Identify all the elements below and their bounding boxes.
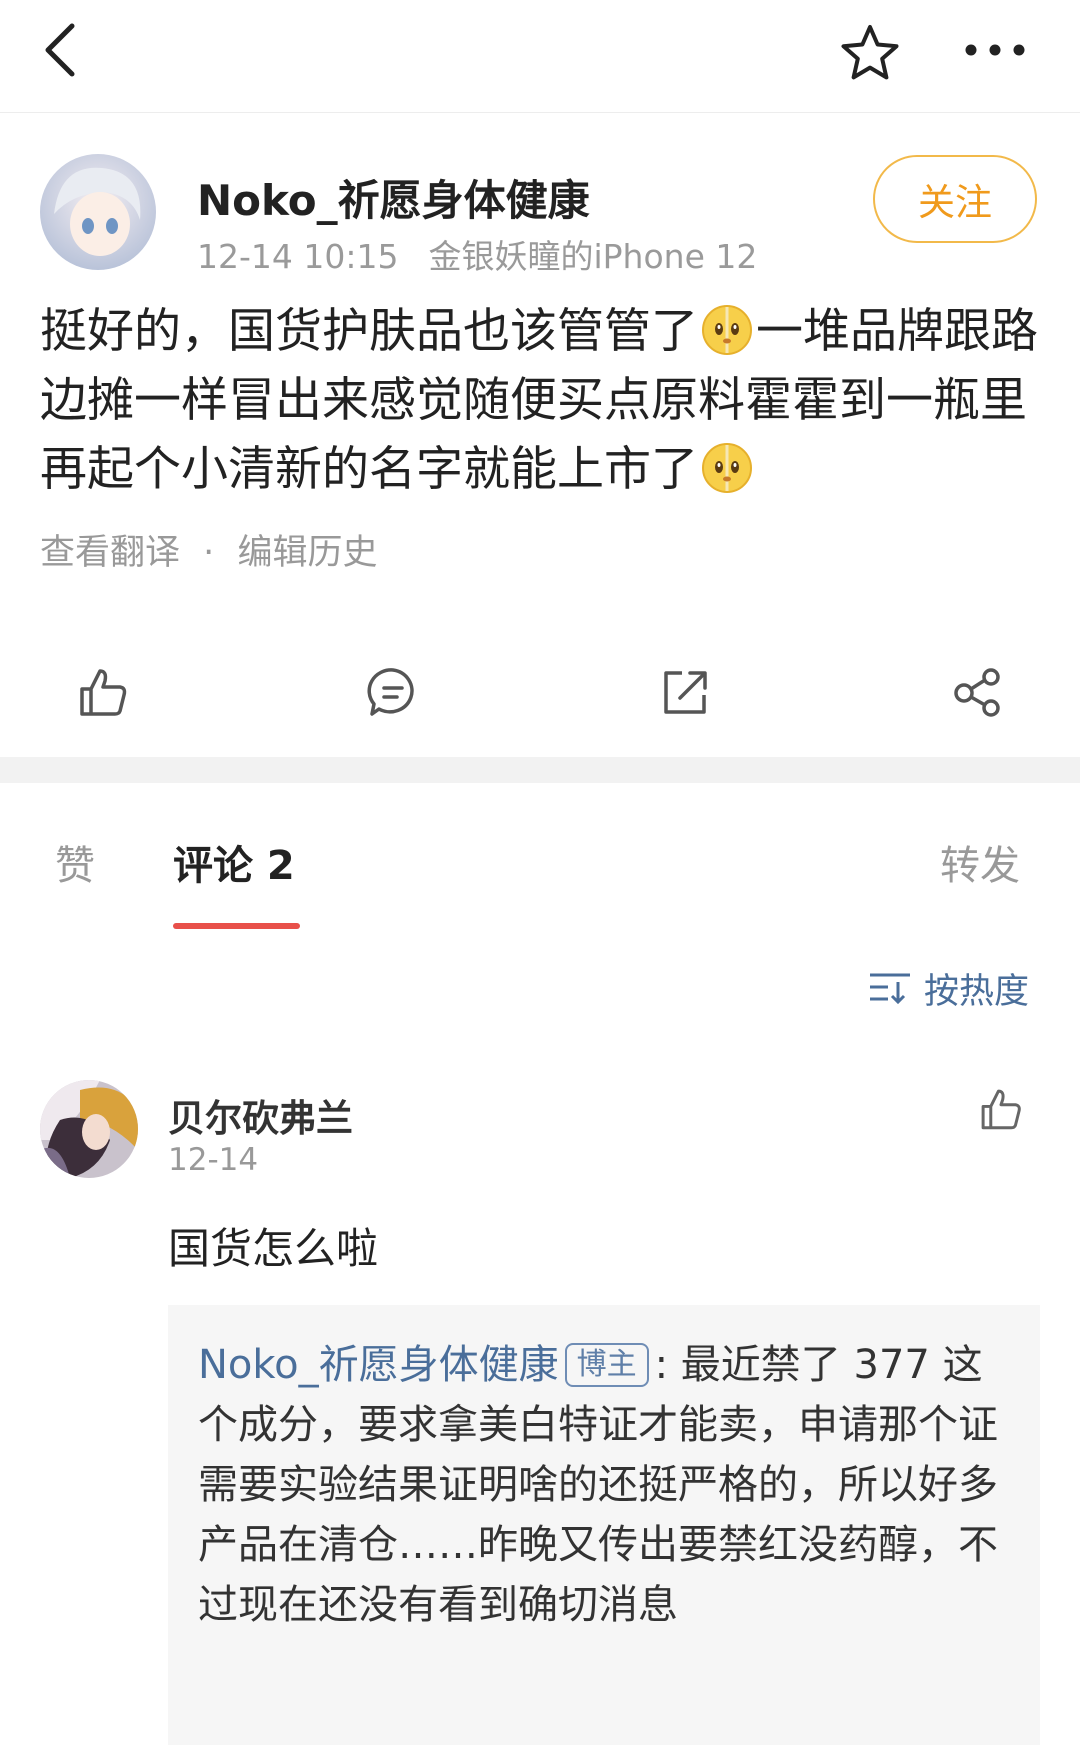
comment-text: 国货怎么啦	[168, 1224, 379, 1273]
star-outline-icon	[841, 25, 899, 80]
share-icon	[954, 668, 1000, 717]
chevron-left-icon	[45, 23, 75, 77]
top-bar	[0, 0, 1080, 113]
reply-author-name[interactable]: Noko_祈愿身体健康	[198, 1342, 559, 1388]
post-meta: 12-14 10:15 金银妖瞳的iPhone 12	[197, 230, 757, 278]
comment-like-button[interactable]	[978, 1086, 1032, 1140]
halo-face-emoji	[702, 305, 752, 355]
author-name[interactable]: Noko_祈愿身体健康	[197, 167, 590, 228]
author-badge: 博主	[564, 1343, 649, 1387]
like-button[interactable]	[63, 652, 143, 732]
post-card: Noko_祈愿身体健康 12-14 10:15 金银妖瞳的iPhone 12 关注…	[0, 112, 1080, 757]
comment-date: 12-14	[168, 1142, 259, 1178]
reply-content: Noko_祈愿身体健康 博主: 最近禁了 377 这个成分，要求拿美白特证才能卖，…	[198, 1335, 1012, 1635]
sort-icon	[870, 973, 910, 1005]
favorite-button[interactable]	[835, 18, 905, 88]
post-text-part-1: 挺好的，国货护肤品也该管管了	[40, 304, 698, 359]
comment-button[interactable]	[353, 652, 433, 732]
commenter-avatar[interactable]	[40, 1080, 138, 1178]
post-text: 挺好的，国货护肤品也该管管了 一堆品牌跟路边摊一样冒出来感觉随便买点原料霍霍到一…	[40, 297, 1050, 504]
translate-link[interactable]: 查看翻译	[40, 533, 180, 573]
section-divider	[0, 757, 1080, 783]
reply-preview[interactable]: Noko_祈愿身体健康 博主: 最近禁了 377 这个成分，要求拿美白特证才能卖，…	[168, 1305, 1040, 1745]
repost-button[interactable]	[645, 652, 725, 732]
more-dots-icon	[965, 44, 1025, 56]
post-actions	[0, 652, 1080, 742]
tab-likes[interactable]: 赞	[55, 833, 95, 891]
thumbs-up-icon	[981, 1089, 1021, 1130]
share-button[interactable]	[937, 652, 1017, 732]
halo-face-emoji	[702, 443, 752, 493]
more-button[interactable]	[955, 20, 1035, 80]
sort-toggle[interactable]: 按热度	[868, 963, 1029, 1013]
thumbs-up-icon	[80, 669, 127, 716]
tab-reposts[interactable]: 转发	[940, 833, 1020, 891]
sort-label: 按热度	[924, 971, 1030, 1012]
repost-icon	[664, 671, 707, 714]
post-links: 查看翻译 · 编辑历史	[40, 524, 377, 575]
post-time: 12-14 10:15	[197, 237, 399, 276]
edit-history-link[interactable]: 编辑历史	[237, 533, 377, 573]
tab-bar: 赞 评论 2 转发	[0, 783, 1080, 933]
author-avatar[interactable]	[40, 154, 156, 270]
tab-comments[interactable]: 评论 2	[173, 833, 295, 891]
comment-icon	[367, 668, 414, 716]
link-separator: ·	[203, 533, 215, 573]
commenter-name[interactable]: 贝尔砍弗兰	[168, 1088, 353, 1142]
active-tab-indicator	[173, 923, 300, 929]
follow-button[interactable]: 关注	[873, 155, 1037, 243]
back-button[interactable]	[30, 20, 90, 80]
post-device: 金银妖瞳的iPhone 12	[428, 237, 758, 276]
